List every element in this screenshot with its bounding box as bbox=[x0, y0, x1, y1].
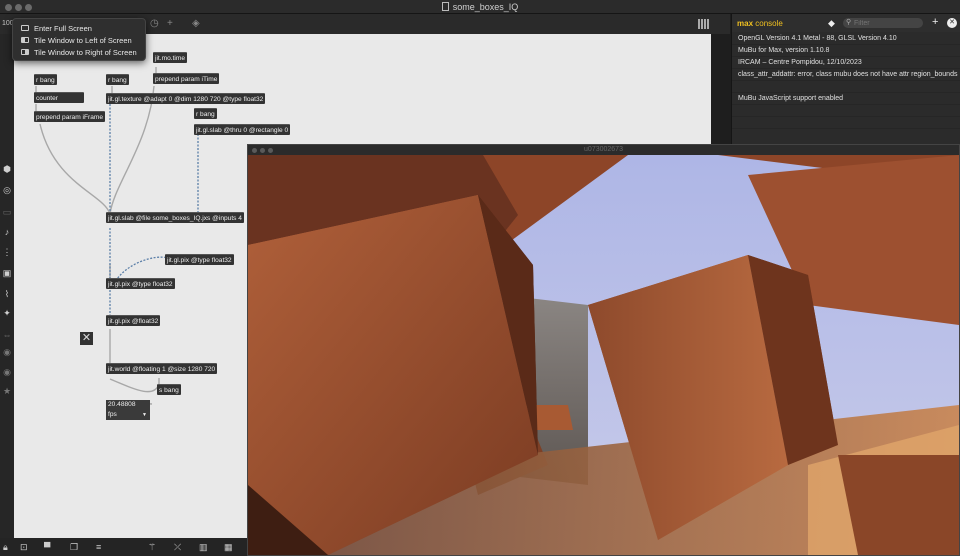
fullscreen-icon bbox=[21, 25, 29, 31]
console-header: max console ◆ ⚲ + ✕ bbox=[732, 14, 960, 32]
info-icon[interactable]: ◉ bbox=[2, 367, 12, 378]
menu-item-tile-right[interactable]: Tile Window to Right of Screen bbox=[21, 46, 137, 58]
music-note-icon[interactable]: ♪ bbox=[2, 227, 12, 237]
render-window-titlebar: u073002673 bbox=[248, 145, 959, 155]
paperclip-icon[interactable]: ⌇ bbox=[2, 289, 12, 300]
paint-icon[interactable]: ◈ bbox=[192, 18, 200, 29]
puzzle-icon[interactable]: ✦ bbox=[2, 308, 12, 319]
lock-icon[interactable]: 🔒︎ bbox=[3, 542, 8, 553]
object-prepend-itime[interactable]: prepend param iTime bbox=[153, 73, 220, 84]
diamond-icon[interactable]: ◆ bbox=[828, 18, 835, 29]
console-line[interactable]: MuBu JavaScript support enabled bbox=[732, 93, 960, 105]
add-icon[interactable]: + bbox=[932, 16, 938, 28]
object-r-bang[interactable]: r bang bbox=[106, 74, 129, 85]
menu-item-tile-left[interactable]: Tile Window to Left of Screen bbox=[21, 34, 132, 46]
chevron-down-icon: ▼ bbox=[142, 412, 147, 418]
object-jit-world[interactable]: jit.world @floating 1 @size 1280 720 bbox=[106, 363, 218, 374]
object-jit-gl-pix[interactable]: jit.gl.pix @type float32 bbox=[106, 278, 175, 289]
document-icon bbox=[441, 2, 449, 11]
window-titlebar: some_boxes_IQ bbox=[0, 0, 960, 14]
console-line[interactable]: class_attr_addattr: error, class mubu do… bbox=[732, 69, 960, 81]
object-counter[interactable]: counter bbox=[34, 92, 84, 103]
package-icon[interactable]: ⬢ bbox=[2, 164, 12, 175]
plus-icon[interactable]: + bbox=[167, 18, 173, 29]
object-jit-gl-pix-float[interactable]: jit.gl.pix @float32 bbox=[106, 315, 161, 326]
bottom-toolbar: 🔒︎ ⊡ ▀ ❐ ≡ ⚚ ⤫ ▥ ▦ bbox=[0, 538, 248, 556]
grid-icon[interactable] bbox=[698, 19, 710, 29]
max-console: max console ◆ ⚲ + ✕ OpenGL Version 4.1 M… bbox=[731, 14, 960, 144]
left-sidebar: ⬢ ◎ ▭ ♪ ⋮ ▣ ⌇ ✦ ⇔ ◉ ◉ ★ bbox=[0, 34, 14, 538]
console-line[interactable]: IRCAM – Centre Pompidou, 12/10/2023 bbox=[732, 57, 960, 69]
tile-right-icon bbox=[21, 49, 29, 55]
arrows-icon[interactable]: ⇔ bbox=[2, 330, 12, 340]
star-icon[interactable]: ★ bbox=[2, 386, 12, 397]
image-icon[interactable]: ▣ bbox=[2, 268, 12, 279]
target-icon[interactable]: ◎ bbox=[2, 185, 12, 196]
render-window[interactable]: u073002673 bbox=[247, 144, 960, 556]
folder-icon[interactable]: ▭ bbox=[2, 207, 12, 218]
console-line[interactable] bbox=[732, 105, 960, 117]
object-jit-mo-time[interactable]: jit.mo.time bbox=[153, 52, 188, 63]
object-r-bang[interactable]: r bang bbox=[34, 74, 57, 85]
presentation-icon[interactable]: ⊡ bbox=[20, 542, 28, 553]
toggle-x[interactable]: ✕ bbox=[80, 332, 93, 345]
piano-icon[interactable]: ▥ bbox=[199, 542, 208, 553]
object-jit-gl-slab-file[interactable]: jit.gl.slab @file some_boxes_IQ.jxs @inp… bbox=[106, 212, 244, 223]
console-filter-input[interactable] bbox=[843, 18, 923, 28]
fps-dropdown[interactable]: fps ▼ bbox=[106, 410, 150, 420]
object-r-bang[interactable]: r bang bbox=[194, 108, 217, 119]
object-jit-gl-slab-thru[interactable]: jit.gl.slab @thru 0 @rectangle 0 bbox=[194, 124, 291, 135]
object-jit-gl-texture[interactable]: jit.gl.texture @adapt 0 @dim 1280 720 @t… bbox=[106, 93, 266, 104]
help-icon[interactable]: ◉ bbox=[2, 347, 12, 358]
matrix-icon[interactable]: ▦ bbox=[224, 542, 233, 553]
debug-icon[interactable]: ⤫ bbox=[174, 542, 181, 553]
console-line[interactable] bbox=[732, 81, 960, 93]
fps-number-box[interactable]: 20.48808 bbox=[106, 400, 150, 410]
object-prepend-iframe[interactable]: prepend param iFrame bbox=[34, 111, 106, 122]
window-title: some_boxes_IQ bbox=[0, 2, 960, 12]
list-icon[interactable]: ≡ bbox=[96, 542, 101, 552]
close-icon[interactable]: ✕ bbox=[947, 18, 957, 28]
rendered-scene bbox=[248, 155, 959, 555]
render-window-title: u073002673 bbox=[584, 146, 623, 153]
console-line[interactable]: MuBu for Max, version 1.10.8 bbox=[732, 45, 960, 57]
wand-icon[interactable]: ⚚ bbox=[148, 542, 156, 553]
console-line[interactable]: OpenGL Version 4.1 Metal - 88, GLSL Vers… bbox=[732, 33, 960, 45]
object-s-bang[interactable]: s bang bbox=[157, 384, 181, 395]
search-icon: ⚲ bbox=[846, 19, 852, 26]
comment-icon[interactable]: ▀ bbox=[44, 542, 50, 552]
console-title: max console bbox=[737, 19, 783, 28]
object-jit-gl-pix[interactable]: jit.gl.pix @type float32 bbox=[165, 254, 234, 265]
clock-icon[interactable]: ◷ bbox=[150, 18, 159, 29]
windows-icon[interactable]: ❐ bbox=[70, 542, 78, 553]
window-menu: Enter Full Screen Tile Window to Left of… bbox=[12, 18, 146, 61]
tile-left-icon bbox=[21, 37, 29, 43]
wood-block bbox=[838, 455, 959, 555]
menu-item-full-screen[interactable]: Enter Full Screen bbox=[21, 22, 92, 34]
console-line[interactable] bbox=[732, 117, 960, 129]
step-icon[interactable]: ⋮ bbox=[2, 247, 12, 258]
